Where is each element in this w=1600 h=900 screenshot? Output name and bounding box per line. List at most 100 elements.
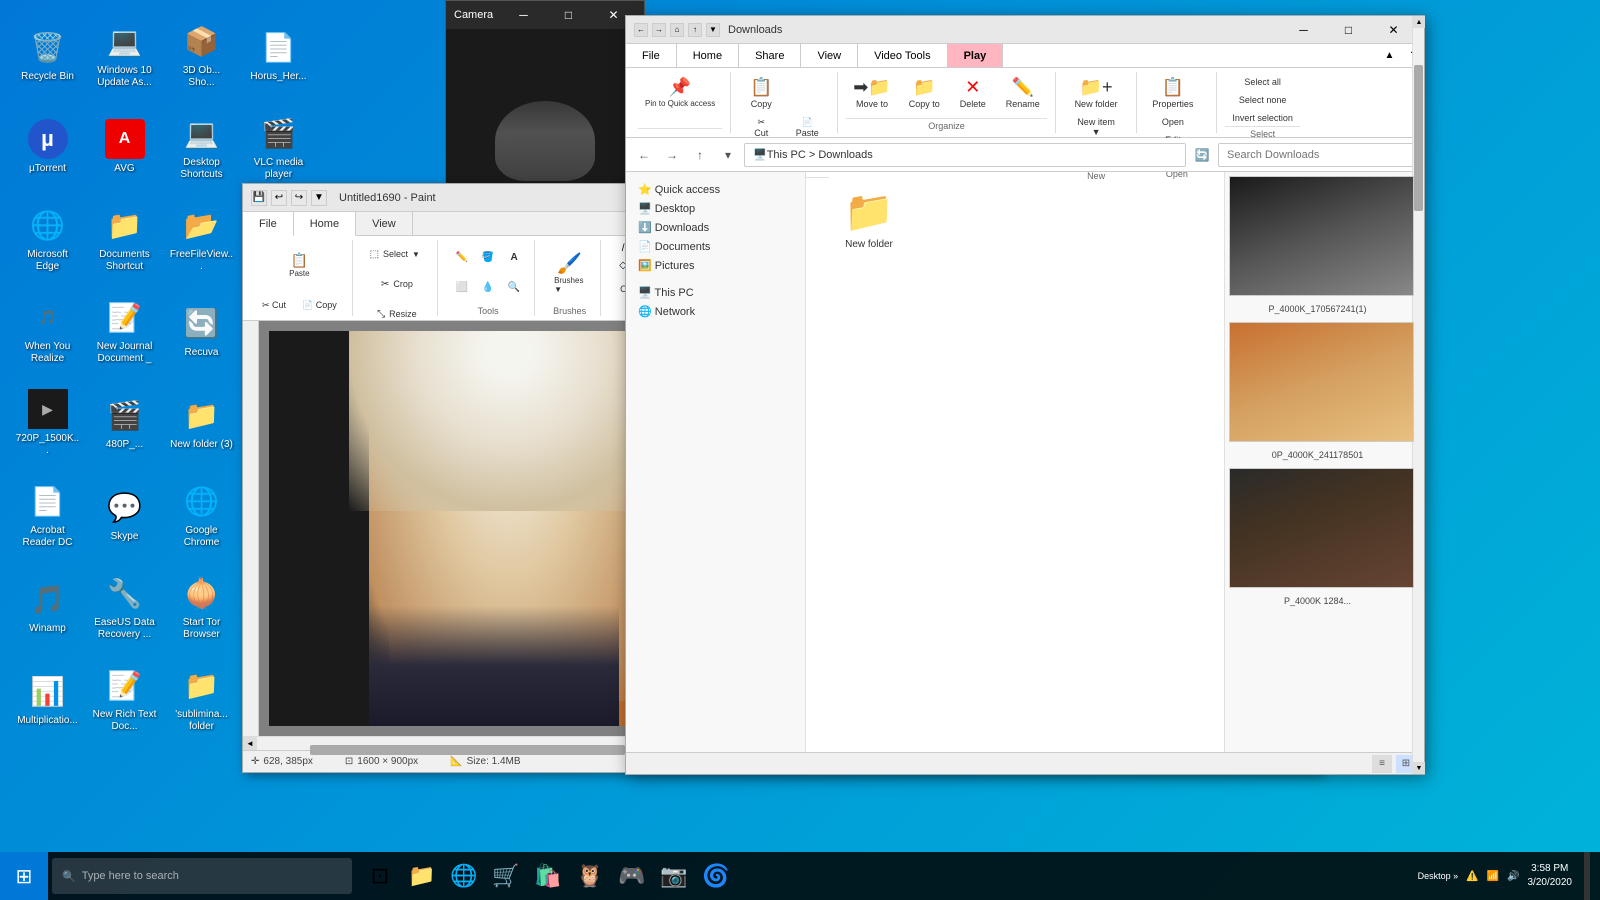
select-btn[interactable]: ⬚ Select ▼ [365,240,425,268]
paint-hscroll-thumb-h[interactable] [310,745,625,755]
explorer-tab-file[interactable]: File [626,44,677,67]
icon-freefileview[interactable]: 📂 FreeFileView... [164,194,239,284]
nav-desktop[interactable]: 🖥️ Desktop [630,199,801,218]
taskbar-camera-icon[interactable]: 📷 [654,852,694,900]
new-folder-btn[interactable]: 📁+ New folder [1068,74,1125,112]
rename-btn[interactable]: ✏️ Rename [999,74,1047,112]
explorer-minimize-btn[interactable]: ─ [1281,16,1326,44]
icon-acrobat[interactable]: 📄 Acrobat Reader DC [10,470,85,560]
icon-google-chrome[interactable]: 🌐 Google Chrome [164,470,239,560]
copy-btn[interactable]: 📄 Copy [295,291,344,319]
fill-btn[interactable]: 🪣 [476,243,500,271]
properties-btn[interactable]: 📋 Properties [1145,74,1200,112]
sidebar-thumb-1[interactable] [1229,176,1414,296]
explorer-fwd-btn[interactable]: → [660,143,684,167]
explorer-maximize-btn[interactable]: □ [1326,16,1371,44]
taskbar-search[interactable]: 🔍 Type here to search [52,858,352,894]
nav-documents[interactable]: 📄 Documents [630,237,801,256]
magnify-btn[interactable]: 🔍 [502,273,526,301]
explorer-tab-videotools[interactable]: Video Tools [858,44,947,67]
icon-when-you-realize[interactable]: 🎵 When You Realize [10,286,85,376]
icon-3d-objects[interactable]: 📦 3D Ob... Sho... [164,10,239,100]
color-pick-btn[interactable]: 💧 [476,273,500,301]
explorer-close-btn[interactable]: ✕ [1371,16,1416,44]
eraser-btn[interactable]: ⬜ [450,273,474,301]
tray-desktop-btn[interactable]: Desktop » [1418,871,1459,881]
exp-paste-btn[interactable]: 📄 Paste [785,114,829,141]
exp-scroll-thumb[interactable] [1414,172,1423,211]
sidebar-thumb-3[interactable] [1229,468,1414,588]
taskbar-store-icon[interactable]: 🛒 [486,852,526,900]
camera-minimize-btn[interactable]: ─ [501,1,546,29]
explorer-ribbon-toggle[interactable]: ▲ [1377,44,1403,67]
explorer-up-icon[interactable]: ↑ [688,23,702,37]
tray-warning-icon[interactable]: ⚠️ [1466,871,1478,882]
explorer-recent-btn[interactable]: ▾ [716,143,740,167]
pencil-btn[interactable]: ✏️ [450,243,474,271]
search-input[interactable] [1218,143,1418,167]
explorer-tab-share[interactable]: Share [739,44,801,67]
paint-tab-file[interactable]: File [243,212,294,236]
tray-network-icon[interactable]: 📶 [1487,871,1499,882]
icon-documents-shortcut[interactable]: 📁 Documents Shortcut [87,194,162,284]
paint-tab-view[interactable]: View [356,212,413,235]
nav-quick-access[interactable]: ⭐ Quick access [630,180,801,199]
file-item-newfolder[interactable]: 📁 New folder [814,180,924,258]
icon-skype[interactable]: 💬 Skype [87,470,162,560]
nav-pictures[interactable]: 🖼️ Pictures [630,256,801,275]
tray-clock[interactable]: 3:58 PM 3/20/2020 [1528,862,1573,890]
explorer-back-icon[interactable]: ← [634,23,648,37]
nav-this-pc[interactable]: 🖥️ This PC [630,283,801,302]
icon-recuva[interactable]: 🔄 Recuva [164,286,239,376]
explorer-fwd-icon[interactable]: → [652,23,666,37]
icon-multiplication[interactable]: 📊 Multiplicatio... [10,654,85,744]
paste-btn[interactable]: 📋 Paste [274,240,324,290]
paint-redo-icon[interactable]: ↪ [291,190,307,206]
icon-tor-start[interactable]: 🧅 Start Tor Browser [164,562,239,652]
invert-selection-btn[interactable]: Invert selection [1225,110,1300,126]
pin-btn[interactable]: 📌 Pin to Quick access [638,74,722,111]
nav-network[interactable]: 🌐 Network [630,302,801,321]
camera-maximize-btn[interactable]: □ [546,1,591,29]
icon-windows10[interactable]: 💻 Windows 10 Update As... [87,10,162,100]
text-btn[interactable]: A [502,243,526,271]
nav-downloads[interactable]: ⬇️ Downloads [630,218,801,237]
breadcrumb[interactable]: 🖥️ This PC > Downloads [744,143,1186,167]
explorer-tab-home[interactable]: Home [677,44,739,67]
icon-480p[interactable]: 🎬 480P_... [87,378,162,468]
exp-cut-btn[interactable]: ✂ Cut [739,114,783,141]
select-none-btn[interactable]: Select none [1232,92,1294,108]
open-btn[interactable]: Open [1151,114,1195,130]
paint-dropdown-icon[interactable]: ▼ [311,190,327,206]
icon-utorrent[interactable]: µ µTorrent [10,102,85,192]
icon-subliminal[interactable]: 📁 'sublimina... folder [164,654,239,744]
icon-vlc[interactable]: 🎬 VLC media player [241,102,316,192]
icon-desktop-shortcuts[interactable]: 💻 Desktop Shortcuts [164,102,239,192]
icon-new-rich-text[interactable]: 📝 New Rich Text Doc... [87,654,162,744]
icon-easeus[interactable]: 🔧 EaseUS Data Recovery ... [87,562,162,652]
paint-tab-home[interactable]: Home [294,212,356,236]
copy-to-btn[interactable]: 📁 Copy to [902,74,947,112]
icon-720p[interactable]: ▶ 720P_1500K... [10,378,85,468]
explorer-back-btn[interactable]: ← [632,143,656,167]
explorer-refresh-btn[interactable]: 🔄 [1190,143,1214,167]
icon-recycle-bin[interactable]: 🗑️ Recycle Bin [10,10,85,100]
taskbar-tripadvisor-icon[interactable]: 🦉 [570,852,610,900]
paint-undo-icon[interactable]: ↩ [271,190,287,206]
taskbar-app1-icon[interactable]: 🎮 [612,852,652,900]
paint-hscroll-left[interactable]: ◄ [243,737,257,751]
explorer-home-icon[interactable]: ⌂ [670,23,684,37]
icon-new-folder-3[interactable]: 📁 New folder (3) [164,378,239,468]
paint-save-icon[interactable]: 💾 [251,190,267,206]
crop-btn[interactable]: ✂Crop [365,270,429,298]
explorer-tab-view[interactable]: View [801,44,858,67]
exp-copy-btn[interactable]: 📋 Copy [739,74,783,112]
taskbar-app2-icon[interactable]: 🌀 [696,852,736,900]
taskbar-explorer-icon[interactable]: 📁 [402,852,442,900]
delete-btn[interactable]: ✕ Delete [951,74,995,112]
new-item-btn[interactable]: New item ▼ [1070,114,1122,140]
explorer-tab-play[interactable]: Play [948,44,1004,67]
icon-horus[interactable]: 📄 Horus_Her... [241,10,316,100]
select-all-btn[interactable]: Select all [1237,74,1288,90]
icon-new-journal[interactable]: 📝 New Journal Document _ [87,286,162,376]
